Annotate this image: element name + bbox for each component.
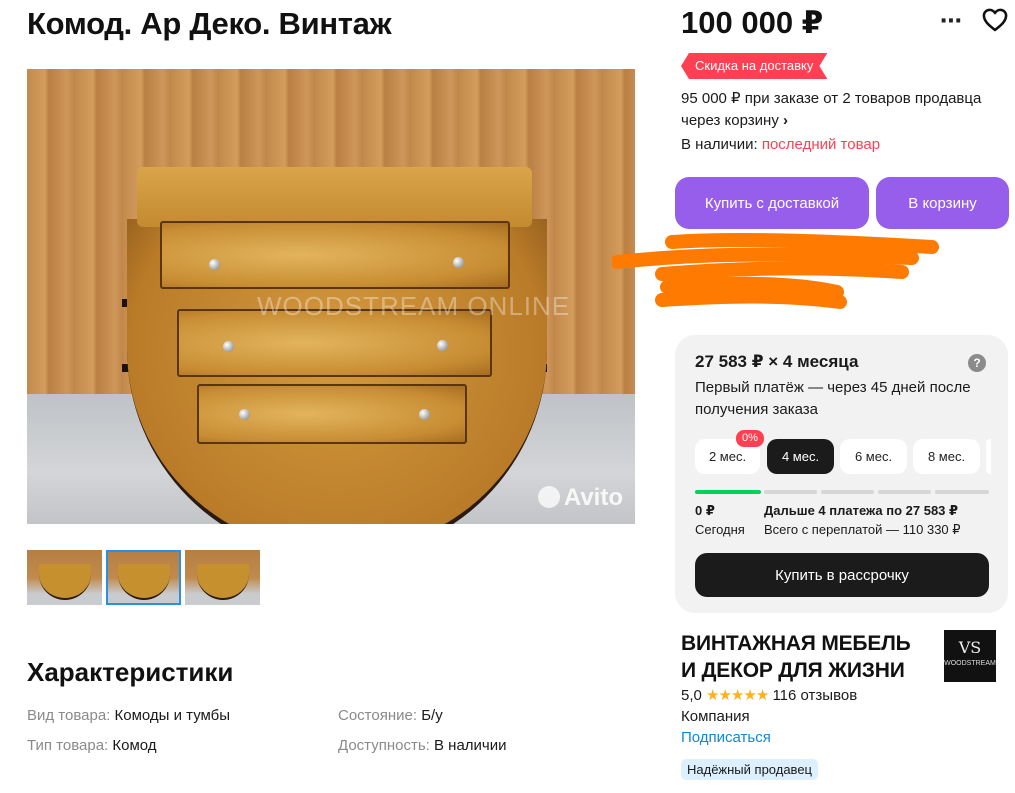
today-payment: 0 ₽ Сегодня [695, 503, 745, 537]
add-to-cart-button[interactable]: В корзину [876, 177, 1009, 229]
photo-watermark: WOODSTREAM ONLINE [257, 291, 571, 321]
star-rating-icon: ★★★★★ [706, 687, 769, 704]
thumbnail-1[interactable] [27, 550, 102, 605]
installment-headline: 27 583 ₽ × 4 месяца [695, 352, 859, 371]
avito-logo-icon [537, 486, 560, 508]
term-option-6[interactable]: 6 мес. [840, 439, 907, 474]
multi-item-discount-link[interactable]: 95 000 ₽ при заказе от 2 товаров продавц… [681, 88, 1001, 132]
stock-status: В наличии: последний товар [681, 136, 881, 153]
spec-item: Вид товара: Комоды и тумбы [27, 707, 231, 724]
trusted-seller-badge: Надёжный продавец [681, 759, 818, 780]
installment-card: 27 583 ₽ × 4 месяца ? Первый платёж — че… [675, 335, 1008, 613]
term-option-more[interactable] [986, 439, 991, 474]
thumbnail-2[interactable] [106, 550, 181, 605]
term-option-4[interactable]: 4 мес. [767, 439, 834, 474]
progress-segment [764, 490, 817, 494]
thumbnail-3[interactable] [185, 550, 260, 605]
seller-logo[interactable]: VS WOODSTREAM [944, 630, 996, 682]
seller-rating[interactable]: 5,0 ★★★★★ 116 отзывов [681, 686, 857, 704]
future-payments: Дальше 4 платежа по 27 583 ₽ Всего с пер… [764, 503, 961, 537]
thumbnail-strip [27, 550, 260, 605]
term-option-8[interactable]: 8 мес. [913, 439, 980, 474]
specs-heading: Характеристики [27, 657, 234, 687]
redaction-scribble [612, 232, 939, 309]
avito-watermark: Avito [537, 484, 623, 512]
more-options-icon[interactable]: ⋯ [940, 8, 963, 34]
help-icon[interactable]: ? [968, 354, 986, 372]
chevron-right-icon: › [783, 112, 789, 129]
heart-icon[interactable] [981, 6, 1009, 34]
spec-item: Доступность: В наличии [338, 737, 507, 754]
progress-segment [695, 490, 761, 494]
listing-title: Комод. Ар Деко. Винтаж [27, 6, 392, 41]
progress-segment [821, 490, 874, 494]
buy-with-delivery-button[interactable]: Купить с доставкой [675, 177, 869, 229]
spec-item: Тип товара: Комод [27, 737, 157, 754]
delivery-discount-badge: Скидка на доставку [681, 53, 827, 79]
progress-segment [935, 490, 989, 494]
installment-subtitle: Первый платёж — через 45 дней после полу… [695, 379, 971, 418]
seller-name[interactable]: ВИНТАЖНАЯ МЕБЕЛЬ И ДЕКОР ДЛЯ ЖИЗНИ [681, 630, 931, 684]
subscribe-link[interactable]: Подписаться [681, 729, 771, 746]
main-photo[interactable]: WOODSTREAM ONLINE Avito [27, 69, 635, 524]
zero-percent-badge: 0% [736, 430, 764, 447]
price: 100 000 ₽ [681, 5, 824, 40]
buy-installment-button[interactable]: Купить в рассрочку [695, 553, 989, 597]
seller-type: Компания [681, 708, 750, 725]
progress-segment [878, 490, 931, 494]
spec-item: Состояние: Б/у [338, 707, 443, 724]
